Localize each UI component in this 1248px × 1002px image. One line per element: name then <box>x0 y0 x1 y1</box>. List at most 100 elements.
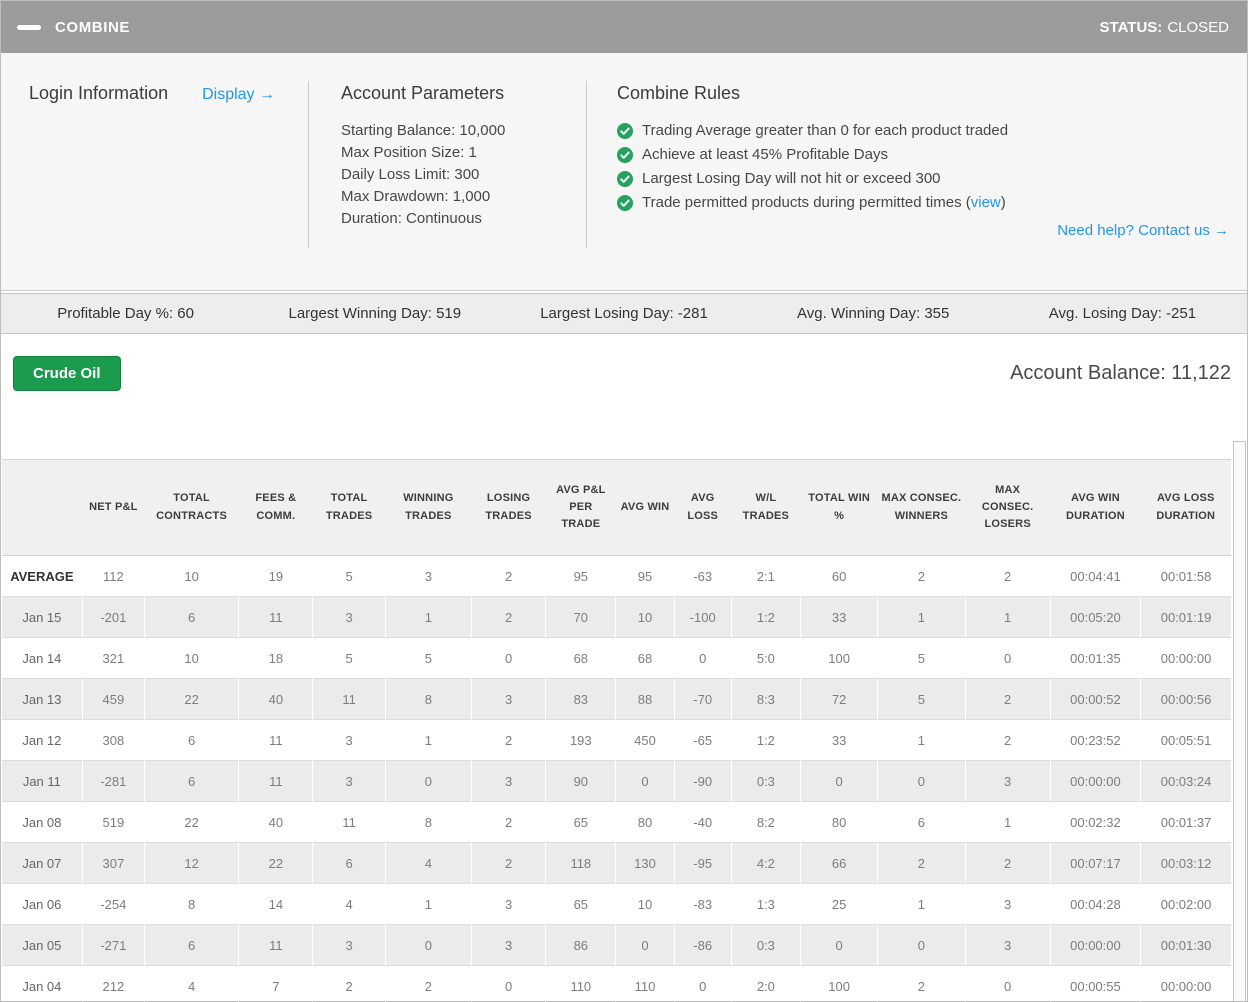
table-cell: 00:00:52 <box>1049 678 1141 720</box>
stats-bar: Profitable Day %: 60 Largest Winning Day… <box>1 293 1247 334</box>
table-cell: 4 <box>384 842 472 884</box>
check-circle-icon <box>617 195 633 211</box>
table-cell: 1:2 <box>730 596 801 638</box>
rule-item: Achieve at least 45% Profitable Days <box>617 143 1229 167</box>
titlebar-left: COMBINE <box>17 19 130 36</box>
product-button-crude-oil[interactable]: Crude Oil <box>13 356 121 391</box>
table-cell: 3 <box>964 883 1051 925</box>
table-cell: 10 <box>615 596 675 638</box>
table-cell: 00:04:28 <box>1049 883 1141 925</box>
table-cell: 110 <box>545 965 616 1002</box>
stat-avg-winning-day: Avg. Winning Day: 355 <box>797 305 950 322</box>
rule-text: Trade permitted products during permitte… <box>642 191 1006 215</box>
table-cell: 33 <box>799 719 878 761</box>
table-cell: -83 <box>673 883 732 925</box>
status-value: CLOSED <box>1167 18 1229 36</box>
table-cell: 8:2 <box>730 801 801 843</box>
table-cell: 22 <box>143 678 239 720</box>
parameter-line: Duration: Continuous <box>341 210 482 227</box>
column-header: W/L TRADES <box>731 459 801 556</box>
table-cell: 6 <box>143 596 239 638</box>
table-cell: 00:03:12 <box>1140 842 1231 884</box>
table-cell: 0 <box>877 924 966 966</box>
table-cell: 10 <box>143 637 239 679</box>
table-cell: 0 <box>384 924 472 966</box>
login-information-title: Login Information <box>29 83 169 103</box>
table-row: Jan 05 -271 6 11 3 0 3 86 0 -86 0:3 0 0 3 00:00:00 00:0… <box>2 924 1231 966</box>
column-header: MAX CONSEC. WINNERS <box>877 459 966 556</box>
row-label: Jan 11 <box>2 760 83 802</box>
table-cell: 2 <box>470 842 546 884</box>
table-cell: 1 <box>877 883 966 925</box>
table-cell: 00:01:30 <box>1140 924 1231 966</box>
table-scrollbar[interactable] <box>1233 441 1246 1001</box>
table-cell: 2 <box>470 801 546 843</box>
combine-rules-section: Combine Rules Trading Average greater th… <box>587 75 1247 290</box>
table-cell: 11 <box>238 760 313 802</box>
table-cell: 3 <box>470 924 546 966</box>
rule-text: Achieve at least 45% Profitable Days <box>642 146 888 163</box>
check-circle-icon <box>617 123 633 139</box>
table-cell: 14 <box>238 883 313 925</box>
table-cell: 112 <box>81 555 145 597</box>
table-cell: 25 <box>799 883 878 925</box>
table-cell: -65 <box>673 719 732 761</box>
table-cell: 3 <box>964 924 1051 966</box>
table-cell: 68 <box>545 637 616 679</box>
view-link[interactable]: view <box>971 194 1001 211</box>
table-cell: 2 <box>470 719 546 761</box>
table-cell: 19 <box>238 555 313 597</box>
table-cell: 1 <box>877 596 966 638</box>
table-cell: 3 <box>470 678 546 720</box>
table-head: NET P&L TOTAL CONTRACTS FEES & COMM. TOTAL … <box>2 459 1231 556</box>
table-cell: -271 <box>81 924 145 966</box>
table-cell: 0:3 <box>730 924 801 966</box>
row-label: Jan 04 <box>2 965 83 1002</box>
titlebar: COMBINE STATUS: CLOSED <box>1 1 1247 53</box>
table-cell: -86 <box>673 924 732 966</box>
table-cell: -201 <box>81 596 145 638</box>
table-row: Jan 04 212 4 7 2 2 0 110 110 0 2:0 100 2 0 00:00:55 00:… <box>2 965 1231 1002</box>
display-link[interactable]: Display → <box>202 86 275 104</box>
table-cell: 110 <box>615 965 675 1002</box>
table-cell: 00:01:58 <box>1140 555 1231 597</box>
table-row: Jan 11 -281 6 11 3 0 3 90 0 -90 0:3 0 0 3 00:00:00 00:0… <box>2 760 1231 802</box>
table-cell: 2 <box>384 965 472 1002</box>
table-cell: 4 <box>143 965 239 1002</box>
table-cell: -90 <box>673 760 732 802</box>
table-cell: 2 <box>877 555 966 597</box>
combine-window: COMBINE STATUS: CLOSED Login Information … <box>0 0 1248 1002</box>
table-cell: 1:2 <box>730 719 801 761</box>
table-cell: 00:00:00 <box>1140 637 1231 679</box>
table-cell: 70 <box>545 596 616 638</box>
table-cell: 66 <box>799 842 878 884</box>
table-cell: 3 <box>312 719 386 761</box>
performance-table: NET P&L TOTAL CONTRACTS FEES & COMM. TOTAL … <box>2 459 1231 1002</box>
table-cell: 0 <box>615 760 675 802</box>
performance-table-section: NET P&L TOTAL CONTRACTS FEES & COMM. TOTAL … <box>1 441 1247 1002</box>
table-cell: 459 <box>81 678 145 720</box>
contact-us-link[interactable]: Need help? Contact us → <box>1057 222 1229 239</box>
help-row: Need help? Contact us → <box>617 222 1229 239</box>
rule-text-suffix: ) <box>1000 194 1006 211</box>
table-cell: 2:1 <box>730 555 801 597</box>
table-cell: 11 <box>238 924 313 966</box>
stat-largest-losing-day: Largest Losing Day: -281 <box>540 305 708 322</box>
window-title: COMBINE <box>55 18 131 36</box>
parameter-line: Max Drawdown: 1,000 <box>341 188 491 205</box>
column-header: LOSING TRADES <box>471 459 546 556</box>
table-row: Jan 07 307 12 22 6 4 2 118 130 -95 4:2 66 2 2 00:07:17… <box>2 842 1231 884</box>
row-label: Jan 05 <box>2 924 83 966</box>
table-cell: 5 <box>877 678 966 720</box>
stat-profitable-day: Profitable Day %: 60 <box>57 305 194 322</box>
table-cell: 11 <box>238 596 313 638</box>
table-cell: 3 <box>312 596 386 638</box>
table-cell: 8:3 <box>730 678 801 720</box>
table-cell: 0 <box>384 760 472 802</box>
table-cell: 3 <box>312 924 386 966</box>
table-row: Jan 12 308 6 11 3 1 2 193 450 -65 1:2 33 1 2 00:23:52 0… <box>2 719 1231 761</box>
minimize-icon[interactable] <box>17 24 41 30</box>
stat-largest-winning-day: Largest Winning Day: 519 <box>288 305 462 322</box>
table-cell: -100 <box>673 596 732 638</box>
table-cell: 6 <box>143 924 239 966</box>
